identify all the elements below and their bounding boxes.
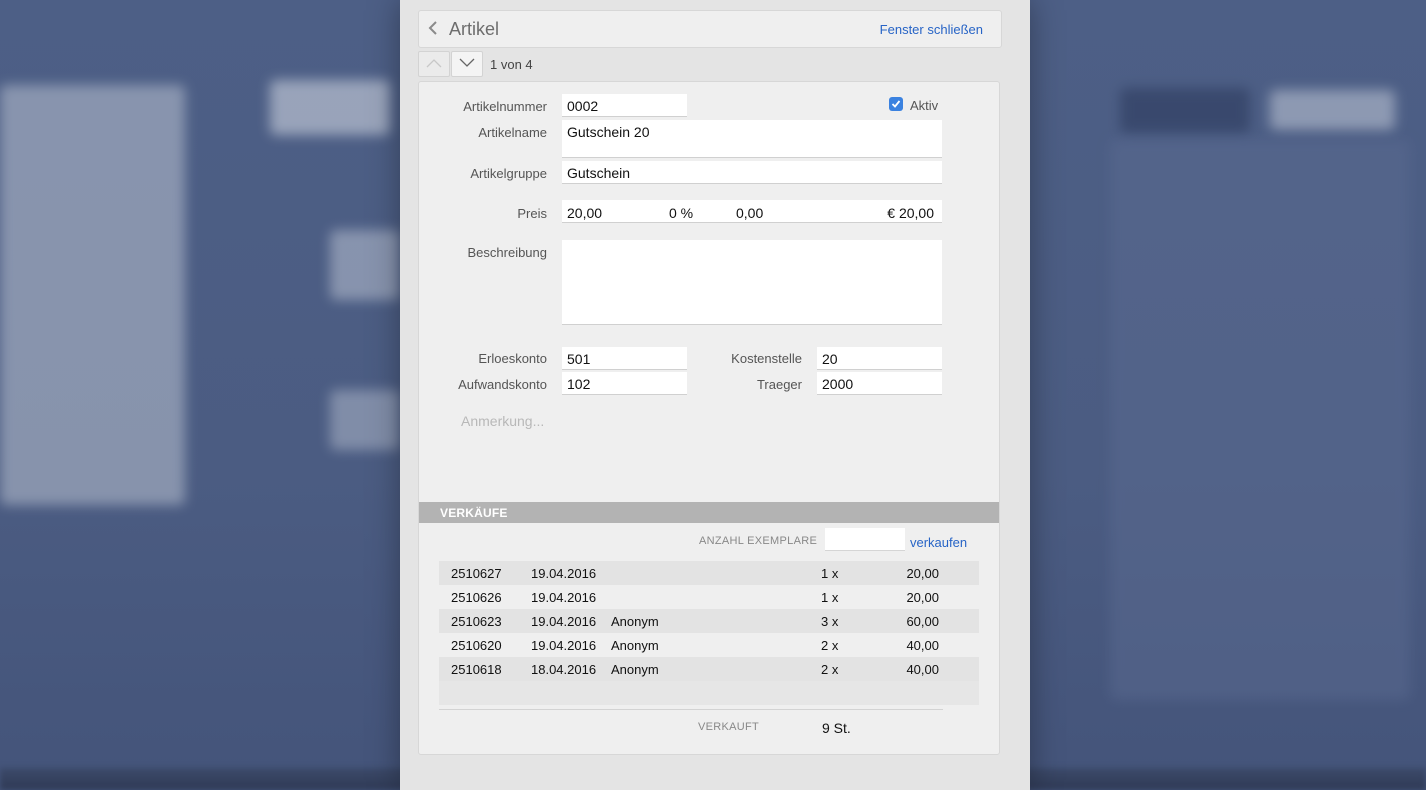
previous-record-button[interactable] <box>418 51 450 77</box>
steuer-betrag-value[interactable]: 0,00 <box>736 205 763 221</box>
artikelnummer-label: Artikelnummer <box>463 99 547 114</box>
verkaeufe-section-header: VERKÄUFE <box>419 502 999 523</box>
row-number: 2510620 <box>451 638 502 653</box>
background-panel <box>330 390 400 450</box>
row-date: 19.04.2016 <box>531 566 597 581</box>
artikelgruppe-field[interactable]: Gutschein <box>562 161 942 184</box>
row-customer: Anonym <box>611 638 659 653</box>
kostenstelle-value: 20 <box>822 351 838 367</box>
traeger-label: Traeger <box>756 377 802 392</box>
background-panel <box>1270 90 1395 130</box>
traeger-value: 2000 <box>822 376 854 392</box>
sales-table: 2510627 19.04.2016 1 x 20,00 2510626 19.… <box>439 561 979 705</box>
row-quantity: 3 x <box>821 614 839 629</box>
beschreibung-label: Beschreibung <box>467 245 548 260</box>
row-number: 2510627 <box>451 566 502 581</box>
row-quantity: 2 x <box>821 662 839 677</box>
row-customer: Anonym <box>611 614 659 629</box>
row-number: 2510618 <box>451 662 502 677</box>
background-panel <box>1120 88 1250 133</box>
sheet-header: Artikel Fenster schließen <box>418 10 1002 48</box>
close-window-link[interactable]: Fenster schließen <box>880 22 983 37</box>
table-row[interactable]: 2510627 19.04.2016 1 x 20,00 <box>439 561 979 585</box>
row-amount: 20,00 <box>906 566 939 581</box>
artikelname-label: Artikelname <box>478 125 547 140</box>
traeger-field[interactable]: 2000 <box>817 372 942 395</box>
kostenstelle-label: Kostenstelle <box>731 351 802 366</box>
artikelnummer-field[interactable]: 0002 <box>562 94 687 117</box>
aktiv-checkbox[interactable] <box>889 97 903 111</box>
row-amount: 40,00 <box>906 638 939 653</box>
kostenstelle-field[interactable]: 20 <box>817 347 942 370</box>
preis-value[interactable]: 20,00 <box>567 205 602 221</box>
row-quantity: 1 x <box>821 566 839 581</box>
erloeskonto-label: Erloeskonto <box>478 351 547 366</box>
row-amount: 20,00 <box>906 590 939 605</box>
row-date: 19.04.2016 <box>531 638 597 653</box>
chevron-left-icon[interactable] <box>428 21 442 35</box>
verkauft-label: VERKAUFT <box>698 721 760 733</box>
next-record-button[interactable] <box>451 51 483 77</box>
row-amount: 60,00 <box>906 614 939 629</box>
artikelname-value: Gutschein 20 <box>567 124 650 140</box>
steuer-prozent-value[interactable]: 0 % <box>669 205 693 221</box>
preis-gesamt-value: € 20,00 <box>887 205 934 221</box>
verkaufen-button[interactable]: verkaufen <box>910 535 967 550</box>
record-counter: 1 von 4 <box>490 57 533 72</box>
anmerkung-input[interactable]: Anmerkung... <box>461 413 544 429</box>
verkauft-value: 9 St. <box>822 720 851 736</box>
row-date: 18.04.2016 <box>531 662 597 677</box>
erloeskonto-value: 501 <box>567 351 591 367</box>
table-row[interactable]: 2510623 19.04.2016 Anonym 3 x 60,00 <box>439 609 979 633</box>
background-panel <box>0 85 185 505</box>
artikelgruppe-label: Artikelgruppe <box>470 166 547 181</box>
divider <box>439 709 943 710</box>
section-title: VERKÄUFE <box>440 506 508 520</box>
artikelname-field[interactable]: Gutschein 20 <box>562 120 942 158</box>
aufwandskonto-value: 102 <box>567 376 591 392</box>
artikelgruppe-value: Gutschein <box>567 165 631 181</box>
preis-label: Preis <box>517 206 547 221</box>
anzahl-exemplare-label: ANZAHL EXEMPLARE <box>699 535 818 547</box>
article-sheet: Artikel Fenster schließen 1 von 4 Artike… <box>400 0 1030 790</box>
article-form-panel: Artikelnummer 0002 Aktiv Artikelname Gut… <box>418 81 1000 755</box>
background-panel <box>330 230 400 300</box>
row-amount: 40,00 <box>906 662 939 677</box>
artikelnummer-value: 0002 <box>567 98 599 114</box>
row-quantity: 2 x <box>821 638 839 653</box>
table-row[interactable]: 2510620 19.04.2016 Anonym 2 x 40,00 <box>439 633 979 657</box>
preis-field-group: 20,00 0 % 0,00 € 20,00 <box>562 200 942 223</box>
row-date: 19.04.2016 <box>531 614 597 629</box>
table-row[interactable]: 2510618 18.04.2016 Anonym 2 x 40,00 <box>439 657 979 681</box>
row-customer: Anonym <box>611 662 659 677</box>
beschreibung-textarea[interactable] <box>562 240 942 325</box>
background-panel <box>1110 140 1410 700</box>
erloeskonto-field[interactable]: 501 <box>562 347 687 370</box>
background-panel <box>270 80 390 135</box>
empty-table-row <box>439 681 979 705</box>
aufwandskonto-field[interactable]: 102 <box>562 372 687 395</box>
row-quantity: 1 x <box>821 590 839 605</box>
row-date: 19.04.2016 <box>531 590 597 605</box>
aufwandskonto-label: Aufwandskonto <box>458 377 547 392</box>
aktiv-label: Aktiv <box>910 98 939 113</box>
page-title: Artikel <box>449 19 500 39</box>
row-number: 2510626 <box>451 590 502 605</box>
row-number: 2510623 <box>451 614 502 629</box>
table-row[interactable]: 2510626 19.04.2016 1 x 20,00 <box>439 585 979 609</box>
anzahl-exemplare-input[interactable] <box>825 528 905 551</box>
